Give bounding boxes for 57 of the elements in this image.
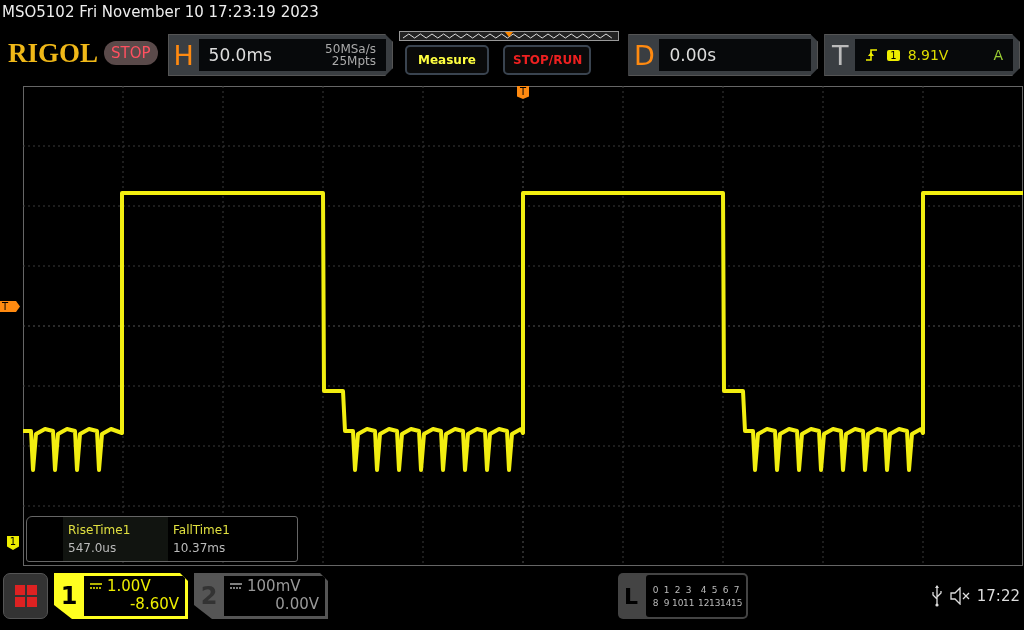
clock-time: 17:22 bbox=[976, 587, 1020, 605]
logic-channel-number: 4 bbox=[699, 584, 708, 595]
logic-channel-number: 7 bbox=[732, 584, 741, 595]
logic-label: L bbox=[623, 582, 639, 611]
window-title: MSO5102 Fri November 10 17:23:19 2023 bbox=[1, 2, 320, 23]
channel-scale: 100mV bbox=[247, 577, 301, 595]
trigger-level: 8.91V bbox=[907, 47, 949, 63]
horizontal-panel[interactable]: H 50.0ms 50MSa/s 25Mpts bbox=[167, 34, 393, 76]
logic-channel-number: 11 bbox=[683, 597, 694, 608]
measure-button[interactable]: Measure bbox=[405, 45, 489, 75]
channel-offset: 0.00V bbox=[274, 595, 319, 613]
logic-channel-number: 15 bbox=[731, 597, 742, 608]
channel-number: 1 bbox=[59, 581, 79, 612]
menu-button[interactable] bbox=[3, 573, 48, 619]
dc-coupling-icon bbox=[90, 583, 102, 589]
trigger-position-marker[interactable]: T bbox=[517, 86, 529, 99]
measurement-name: FallTime1 bbox=[173, 523, 231, 537]
logic-channel-number: 1 bbox=[662, 584, 671, 595]
channel-panel[interactable]: 1 1.00V -8.60V bbox=[54, 573, 188, 619]
logic-channel-number: 8 bbox=[651, 597, 660, 608]
logic-channel-number: 2 bbox=[673, 584, 682, 595]
measurement-value: 10.37ms bbox=[173, 541, 227, 555]
measurement-name: RiseTime1 bbox=[68, 523, 132, 537]
memory-depth: 25Mpts bbox=[331, 55, 376, 67]
trigger-mode: A bbox=[993, 47, 1003, 63]
trigger-label: T bbox=[831, 39, 850, 71]
channel-marker[interactable]: 1 bbox=[7, 536, 19, 550]
logic-channel-number: 6 bbox=[721, 584, 730, 595]
dc-coupling-icon bbox=[230, 583, 242, 589]
channel-offset: -8.60V bbox=[128, 595, 179, 613]
rising-edge-icon bbox=[865, 48, 880, 62]
sample-rate: 50MSa/s bbox=[325, 43, 376, 55]
logic-channel-number: 14 bbox=[720, 597, 731, 608]
logic-channel-number: 0 bbox=[651, 584, 660, 595]
grid-squares-icon bbox=[12, 583, 39, 609]
usb-icon bbox=[930, 585, 943, 607]
trigger-source: 1 bbox=[887, 49, 900, 61]
channel-scale: 1.00V bbox=[107, 577, 151, 595]
stop-run-button[interactable]: STOP/RUN bbox=[503, 45, 591, 75]
logic-channel-number: 9 bbox=[662, 597, 671, 608]
trigger-level-marker[interactable]: T bbox=[0, 301, 20, 312]
run-state-badge: STOP bbox=[104, 41, 158, 65]
measurement-value: 547.0us bbox=[68, 541, 118, 555]
delay-label: D bbox=[633, 39, 656, 71]
delay-panel[interactable]: D 0.00s bbox=[628, 34, 819, 76]
speaker-muted-icon[interactable] bbox=[948, 587, 971, 605]
trigger-panel[interactable]: T 1 8.91V A bbox=[824, 34, 1020, 76]
logic-channel-number: 3 bbox=[684, 584, 693, 595]
logic-channel-number: 5 bbox=[710, 584, 719, 595]
delay-value: 0.00s bbox=[669, 45, 717, 65]
logic-channel-number: 12 bbox=[698, 597, 709, 608]
logic-channel-number: 10 bbox=[672, 597, 683, 608]
logic-panel[interactable]: L 0 1 2 3 4 5 6 7 8 9 1011 12131415 bbox=[618, 573, 748, 619]
logic-channel-number: 13 bbox=[709, 597, 720, 608]
horizontal-label: H bbox=[172, 39, 195, 71]
timebase-value: 50.0ms bbox=[208, 45, 272, 65]
brand-logo: RIGOL bbox=[8, 37, 99, 69]
